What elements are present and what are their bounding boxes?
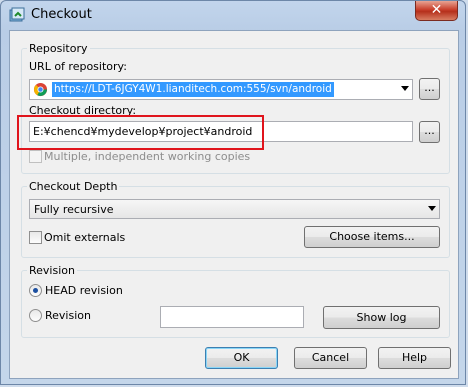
url-label: URL of repository: — [29, 60, 127, 73]
help-button[interactable]: Help — [378, 347, 451, 369]
checkout-depth-select[interactable]: Fully recursive — [29, 199, 440, 219]
window-title: Checkout — [31, 7, 92, 22]
head-revision-label[interactable]: HEAD revision — [45, 284, 123, 297]
checkout-directory-browse-button[interactable]: ... — [419, 121, 440, 143]
title-bar[interactable]: Checkout ✕ — [1, 1, 467, 29]
checkout-dialog: Checkout ✕ Repository URL of repository:… — [0, 0, 466, 385]
repository-group-title: Repository — [27, 42, 90, 55]
omit-externals-checkbox[interactable] — [29, 231, 42, 244]
url-combobox[interactable]: https://LDT-6JGY4W1.lianditech.com:555/s… — [29, 79, 413, 100]
dialog-client-area: Repository URL of repository: https://LD… — [9, 30, 459, 379]
cancel-button[interactable]: Cancel — [294, 347, 367, 369]
choose-items-button[interactable]: Choose items... — [304, 226, 440, 248]
multiple-copies-checkbox[interactable] — [29, 150, 42, 163]
close-button[interactable]: ✕ — [415, 1, 458, 21]
specific-revision-radio[interactable] — [29, 309, 42, 322]
highlight-annotation — [17, 115, 264, 150]
url-value: https://LDT-6JGY4W1.lianditech.com:555/s… — [52, 82, 334, 97]
revision-input[interactable] — [160, 306, 304, 328]
omit-externals-label[interactable]: Omit externals — [44, 231, 125, 244]
specific-revision-label[interactable]: Revision — [45, 309, 91, 322]
revision-group-title: Revision — [27, 264, 77, 277]
chrome-icon — [33, 82, 48, 97]
show-log-button[interactable]: Show log — [323, 306, 440, 329]
chevron-down-icon[interactable] — [428, 206, 436, 211]
close-icon: ✕ — [430, 2, 443, 18]
head-revision-radio[interactable] — [29, 284, 42, 297]
ok-button[interactable]: OK — [205, 347, 278, 369]
chevron-down-icon[interactable] — [401, 86, 409, 91]
url-browse-button[interactable]: ... — [419, 78, 440, 100]
checkout-depth-value: Fully recursive — [34, 203, 114, 216]
multiple-copies-label: Multiple, independent working copies — [44, 150, 251, 163]
tortoisesvn-checkout-icon — [9, 7, 25, 22]
checkout-depth-group-title: Checkout Depth — [27, 180, 120, 193]
